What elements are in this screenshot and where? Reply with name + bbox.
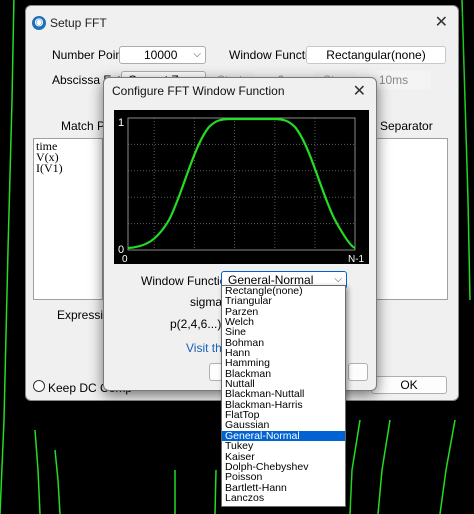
x-right-label: N-1 (348, 254, 365, 264)
close-icon[interactable]: ✕ (435, 12, 448, 32)
keep-dc-radio[interactable] (33, 380, 45, 392)
ok-button[interactable]: OK (371, 376, 447, 394)
p-order-label: p(2,4,6...) (170, 317, 222, 331)
window-plot-svg: 1 0 0 N-1 (118, 117, 365, 265)
dropdown-option[interactable]: Lanczos (222, 492, 345, 503)
dropdown-option[interactable]: Poisson (222, 472, 345, 483)
close-icon[interactable]: ✕ (353, 81, 366, 101)
separator-label: Separator (380, 119, 433, 133)
dialog-button-right[interactable] (348, 363, 368, 381)
dropdown-option[interactable]: Tukey (222, 441, 345, 452)
setup-fft-titlebar: ◉ Setup FFT ✕ (26, 6, 458, 38)
window-function-field[interactable]: Rectangular(none) (306, 46, 446, 64)
number-points-combo[interactable]: 10000 ⌵ (119, 46, 206, 64)
trace-listbox[interactable]: time V(x) I(V1) (33, 138, 103, 300)
setup-fft-title: Setup FFT (50, 16, 107, 30)
configure-dialog-title: Configure FFT Window Function (112, 84, 285, 98)
window-curve (127, 117, 356, 250)
list-item[interactable]: I(V1) (36, 162, 100, 174)
window-function-dropdown[interactable]: Rectangle(none) Triangular Parzen Welch Sine… (221, 285, 346, 507)
chevron-down-icon: ⌵ (193, 49, 201, 60)
separator-listbox[interactable] (376, 138, 448, 300)
y-top-label: 1 (118, 117, 124, 129)
window-function-plot: 1 0 0 N-1 (114, 110, 369, 265)
sigma-label: sigma (190, 295, 223, 309)
x-left-label: 0 (122, 254, 128, 264)
app-icon: ◉ (32, 16, 46, 30)
number-points-value: 10000 (144, 48, 178, 62)
